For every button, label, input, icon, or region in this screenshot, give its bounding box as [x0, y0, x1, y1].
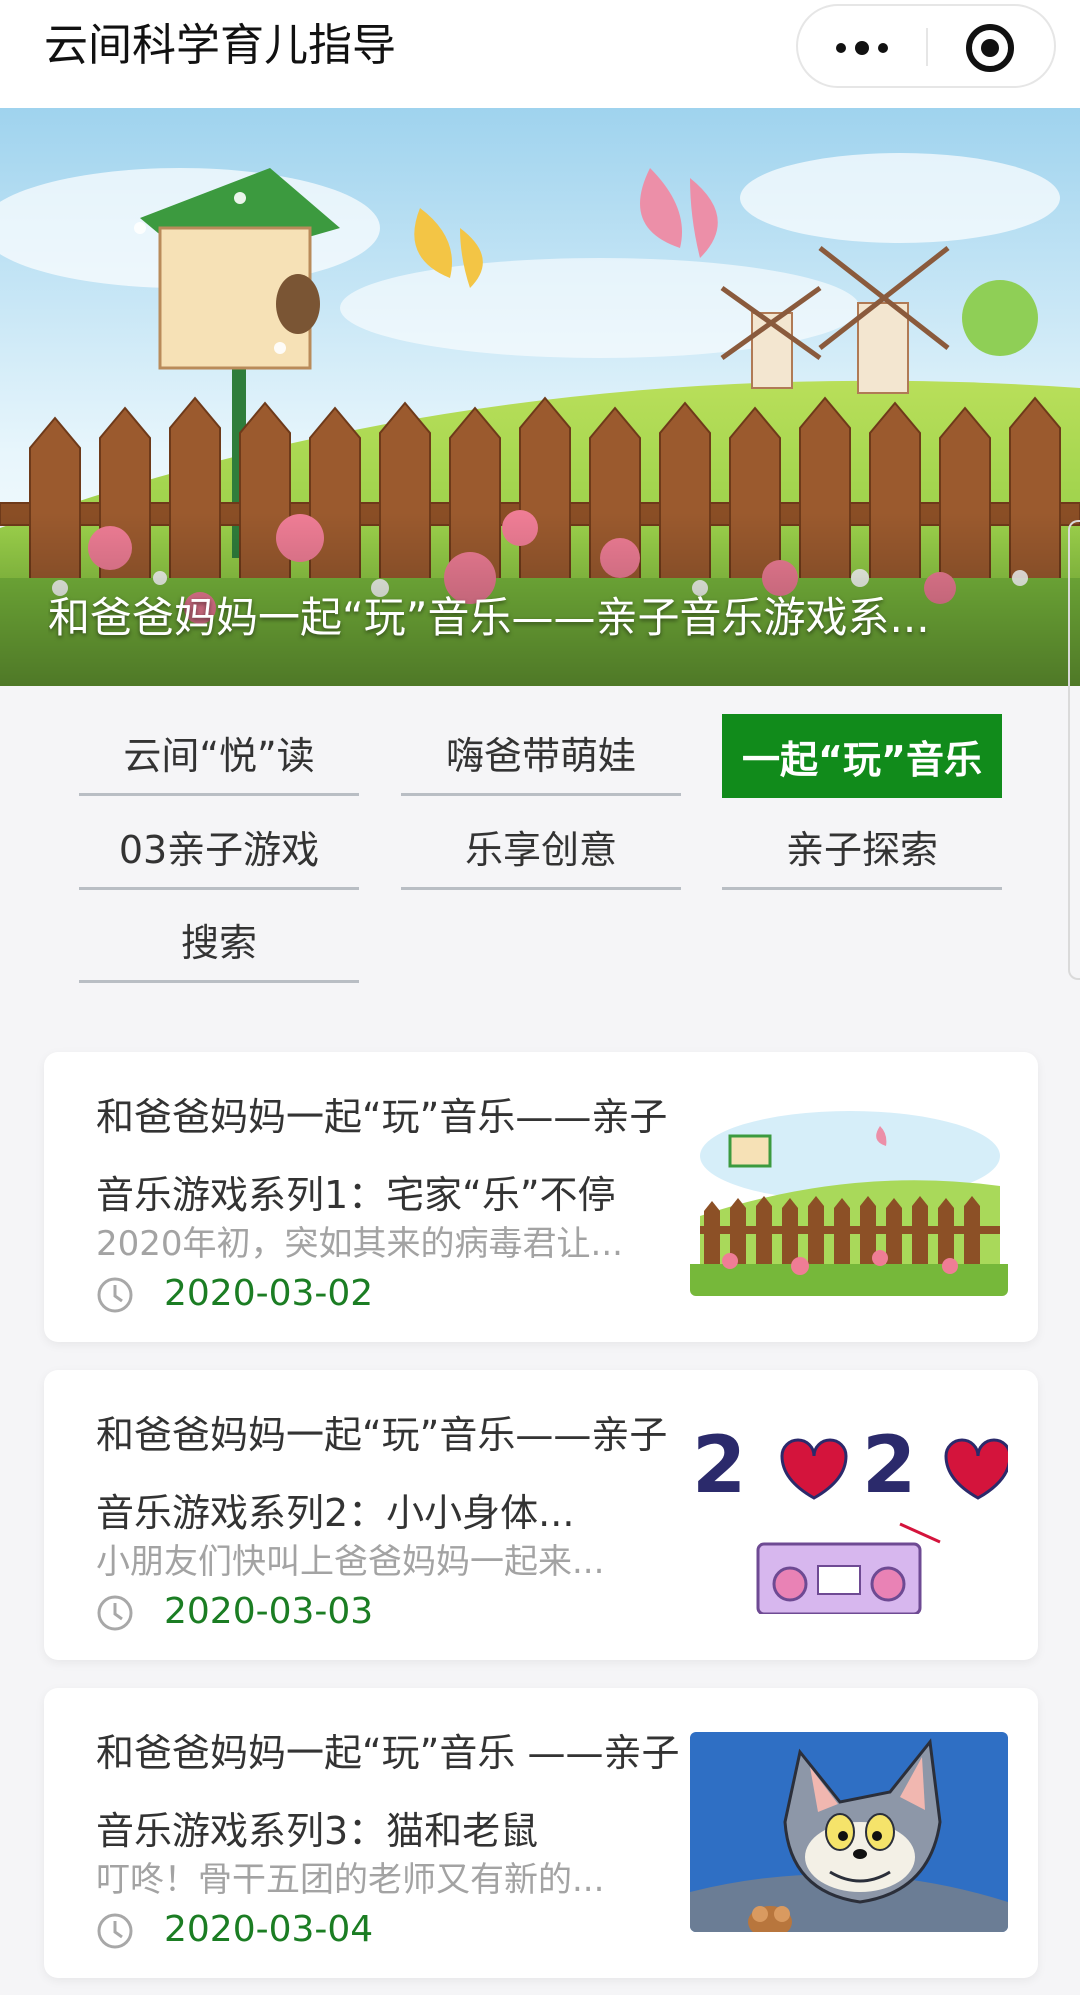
- banner-caption: 和爸爸妈妈一起“玩”音乐——亲子音乐游戏系...: [48, 593, 930, 642]
- banner-carousel[interactable]: 和爸爸妈妈一起“玩”音乐——亲子音乐游戏系...: [0, 108, 1080, 686]
- article-card[interactable]: 和爸爸妈妈一起“玩”音乐——亲子 音乐游戏系列2：小小身体... 小朋友们快叫上…: [44, 1370, 1038, 1660]
- category-tab-haiba[interactable]: 嗨爸带萌娃: [401, 712, 681, 796]
- article-title-line: 和爸爸妈妈一起“玩”音乐 ——亲子: [96, 1731, 680, 1775]
- mini-program-capsule: [796, 4, 1056, 88]
- category-tab-parent-games[interactable]: 03亲子游戏: [79, 806, 359, 890]
- app-title: 云间科学育儿指导: [44, 20, 396, 71]
- category-tab-music[interactable]: 一起“玩”音乐: [722, 714, 1002, 798]
- article-date: 2020-03-04: [164, 1909, 374, 1950]
- category-tab-creative[interactable]: 乐享创意: [401, 806, 681, 890]
- more-dots-icon[interactable]: [798, 6, 926, 86]
- category-tab-search[interactable]: 搜索: [79, 899, 359, 983]
- svg-text:2: 2: [692, 1421, 746, 1511]
- article-summary: 2020年初，突如其来的病毒君让...: [96, 1224, 623, 1264]
- clock-icon: [97, 1913, 133, 1949]
- category-tab-explore[interactable]: 亲子探索: [722, 806, 1002, 890]
- svg-text:2: 2: [862, 1421, 916, 1511]
- 2020-radio-thumbnail: 2 2: [690, 1414, 1008, 1614]
- scroll-indicator[interactable]: [1068, 520, 1080, 980]
- article-title: 和爸爸妈妈一起“玩”音乐——亲子 音乐游戏系列1：宅家“乐”不停: [96, 1078, 706, 1234]
- article-title-line: 和爸爸妈妈一起“玩”音乐——亲子: [96, 1095, 668, 1139]
- target-close-icon[interactable]: [928, 6, 1056, 86]
- article-card[interactable]: 和爸爸妈妈一起“玩”音乐——亲子 音乐游戏系列1：宅家“乐”不停 2020年初，…: [44, 1052, 1038, 1342]
- article-summary: 叮咚！骨干五团的老师又有新的...: [96, 1860, 605, 1900]
- top-bar: 云间科学育儿指导: [0, 0, 1080, 108]
- cat-and-mouse-thumbnail: [690, 1732, 1008, 1932]
- article-title: 和爸爸妈妈一起“玩”音乐——亲子 音乐游戏系列2：小小身体...: [96, 1396, 706, 1552]
- article-date: 2020-03-02: [164, 1273, 374, 1314]
- article-title: 和爸爸妈妈一起“玩”音乐 ——亲子 音乐游戏系列3：猫和老鼠: [96, 1714, 706, 1870]
- clock-icon: [97, 1595, 133, 1631]
- article-title-line: 和爸爸妈妈一起“玩”音乐——亲子: [96, 1413, 668, 1457]
- garden-fence-thumbnail: [690, 1096, 1008, 1296]
- article-summary: 小朋友们快叫上爸爸妈妈一起来...: [96, 1542, 605, 1582]
- article-date: 2020-03-03: [164, 1591, 374, 1632]
- article-card[interactable]: 和爸爸妈妈一起“玩”音乐 ——亲子 音乐游戏系列3：猫和老鼠 叮咚！骨干五团的老…: [44, 1688, 1038, 1978]
- clock-icon: [97, 1277, 133, 1313]
- category-tab-yuedu[interactable]: 云间“悦”读: [79, 712, 359, 796]
